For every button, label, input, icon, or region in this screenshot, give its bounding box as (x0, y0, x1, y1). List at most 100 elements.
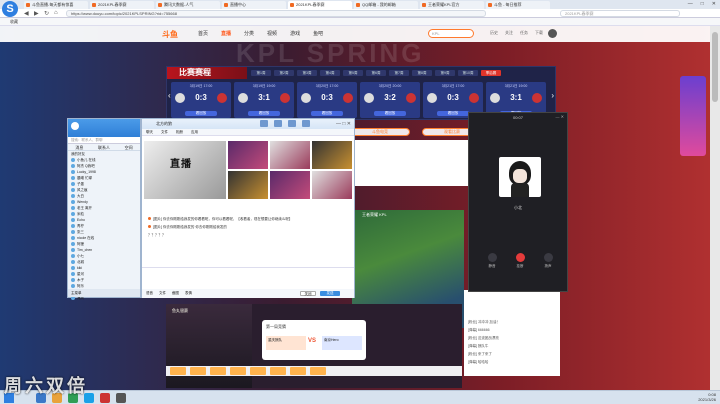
chat-tool[interactable]: 表情 (185, 291, 192, 296)
browser-tab[interactable]: 2021KPL春季赛 (288, 1, 352, 9)
site-nav-item[interactable]: 直播 (221, 30, 231, 37)
thumbnail-item[interactable] (312, 141, 352, 169)
qq-self-avatar[interactable] (71, 122, 79, 130)
qq-search-input[interactable]: 搜索：联系人、群聊 (68, 137, 140, 144)
site-nav-item[interactable]: 首页 (198, 30, 208, 37)
schedule-next-icon[interactable]: › (551, 91, 554, 100)
back-icon[interactable]: ◀ (24, 10, 29, 17)
close-icon[interactable]: ✕ (712, 1, 716, 7)
schedule-tab[interactable]: 第8周 (412, 70, 432, 76)
schedule-tab[interactable]: 第1周 (251, 70, 271, 76)
minimize-icon[interactable]: — (688, 1, 693, 7)
header-link[interactable]: 关注 (505, 30, 513, 36)
site-nav-item[interactable]: 视频 (267, 30, 277, 37)
header-link[interactable]: 任务 (520, 30, 528, 36)
match-card[interactable]: 3月19日 17:00 0:3 看回放 (171, 82, 231, 118)
vs-left-team[interactable]: 重庆狼队 (266, 336, 306, 350)
schedule-tab[interactable]: 第3周 (297, 70, 317, 76)
gift-item[interactable] (310, 367, 326, 375)
refresh-icon[interactable]: ↻ (44, 10, 49, 17)
browser-tab[interactable]: 斗鱼直播-每天都有惊喜 (24, 1, 88, 9)
header-link[interactable]: 历史 (490, 30, 498, 36)
screen-share-icon[interactable] (288, 120, 296, 127)
replay-button[interactable]: 看回放 (437, 111, 469, 116)
site-nav-item[interactable]: 鱼吧 (313, 30, 323, 37)
qq-tab[interactable]: 消息 (75, 144, 83, 150)
close-button[interactable]: 关闭 (300, 291, 316, 296)
chat-tab[interactable]: 应用 (191, 129, 198, 135)
voice-call-icon[interactable] (260, 120, 268, 127)
chat-tab[interactable]: 相册 (176, 129, 183, 135)
url-input[interactable]: https://www.douyu.com/topic/2021KPLSPRIN… (66, 10, 486, 17)
header-link[interactable]: 下载 (535, 30, 543, 36)
schedule-tab[interactable]: 第4周 (320, 70, 340, 76)
replay-button[interactable]: 看回放 (311, 111, 343, 116)
home-icon[interactable]: ⌂ (54, 10, 58, 16)
gift-item[interactable] (170, 367, 186, 375)
hangup-button[interactable]: 挂断 (513, 253, 527, 269)
browser-search-input[interactable]: 2021KPL春季赛 (560, 10, 680, 17)
site-nav-item[interactable]: 分类 (244, 30, 254, 37)
qq-main-menu[interactable]: 主菜单 (68, 289, 140, 297)
right-promo-banner[interactable] (680, 76, 706, 156)
page-button-esports[interactable]: 斗鱼电竞 (350, 128, 410, 136)
schedule-tab[interactable]: 第2周 (274, 70, 294, 76)
forward-icon[interactable]: ▶ (34, 10, 39, 17)
match-card[interactable]: 3月20日 17:00 0:3 看回放 (297, 82, 357, 118)
schedule-tab[interactable]: 第5周 (343, 70, 363, 76)
gift-item[interactable] (290, 367, 306, 375)
browser-tab[interactable]: 斗鱼 - 每日推荐 (486, 1, 550, 9)
qq-tab[interactable]: 联系人 (98, 144, 110, 150)
schedule-tab[interactable]: 第7周 (389, 70, 409, 76)
maximize-icon[interactable]: □ (701, 1, 704, 7)
gift-item[interactable] (250, 367, 266, 375)
chat-tool[interactable]: 语音 (146, 291, 153, 296)
match-card[interactable]: 3月20日 20:00 3:2 看回放 (360, 82, 420, 118)
thumbnail-item[interactable] (228, 171, 268, 199)
schedule-tab[interactable]: 季后赛 (481, 70, 501, 76)
video-call-icon[interactable] (274, 120, 282, 127)
send-button[interactable]: 发送 (320, 291, 340, 296)
replay-button[interactable]: 看回放 (374, 111, 406, 116)
app-icon[interactable] (116, 393, 126, 403)
site-nav-item[interactable]: 游戏 (290, 30, 300, 37)
browser-tab[interactable]: 腾讯大数据-人气 (156, 1, 220, 9)
chat-tool[interactable]: 文件 (159, 291, 166, 296)
mute-button[interactable]: 静音 (485, 253, 499, 269)
match-card[interactable]: 3月19日 19:00 3:1 看回放 (234, 82, 294, 118)
thumbnail-item[interactable] (270, 141, 310, 169)
app-icon[interactable] (100, 393, 110, 403)
gift-item[interactable] (230, 367, 246, 375)
chat-tab[interactable]: 聊天 (146, 129, 153, 135)
gift-item[interactable] (270, 367, 286, 375)
browser-tab[interactable]: QQ邮箱 - 我的邮箱 (354, 1, 418, 9)
call-window-controls[interactable]: — ✕ (556, 114, 564, 119)
page-scrollbar[interactable] (710, 26, 720, 390)
bookmarks-bar[interactable]: 收藏 (0, 18, 720, 26)
vs-right-team[interactable]: 南京Hero (322, 336, 362, 350)
qq-tab[interactable]: 空间 (125, 144, 133, 150)
gift-item[interactable] (210, 367, 226, 375)
browser-tab[interactable]: 2021KPL春季赛 (90, 1, 154, 9)
chat-input-area[interactable] (142, 267, 354, 289)
chat-window-controls[interactable]: — □ ✕ (336, 119, 351, 129)
schedule-tab[interactable]: 第9周 (435, 70, 455, 76)
gift-item[interactable] (190, 367, 206, 375)
user-avatar[interactable] (548, 29, 557, 38)
replay-button[interactable]: 看回放 (185, 111, 217, 116)
browser-tab[interactable]: 王者荣耀KPL官方 (420, 1, 484, 9)
thumbnail-main[interactable]: 直播 (144, 141, 226, 199)
douyu-logo[interactable]: 斗鱼 (162, 29, 178, 40)
thumbnail-item[interactable] (270, 171, 310, 199)
browser-tab[interactable]: 直播中心 (222, 1, 286, 9)
chat-tab[interactable]: 文件 (161, 129, 168, 135)
replay-button[interactable]: 看回放 (248, 111, 280, 116)
file-transfer-icon[interactable] (302, 120, 310, 127)
thumbnail-item[interactable] (228, 141, 268, 169)
browser-logo-icon[interactable]: S (2, 1, 18, 17)
speaker-button[interactable]: 扬声 (541, 253, 555, 269)
scrollbar-thumb[interactable] (712, 32, 718, 102)
schedule-tab[interactable]: 第6周 (366, 70, 386, 76)
thumbnail-item[interactable] (312, 171, 352, 199)
chat-tool[interactable]: 截图 (172, 291, 179, 296)
